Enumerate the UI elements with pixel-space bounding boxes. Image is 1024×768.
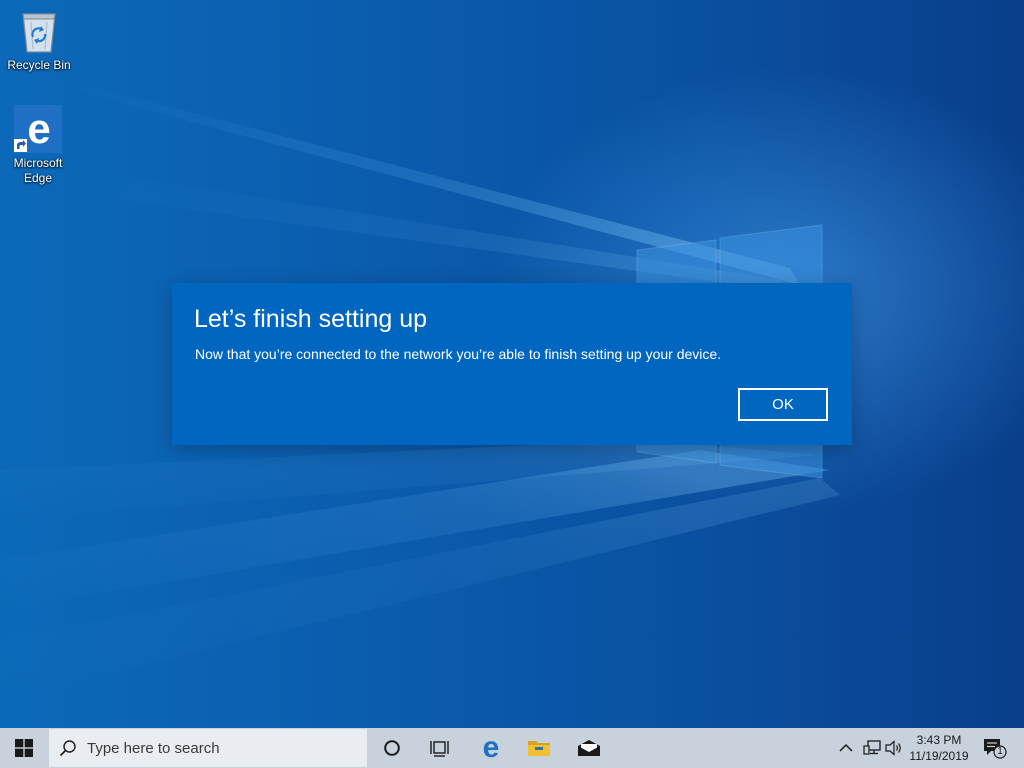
setup-dialog: Let’s finish setting up Now that you’re … bbox=[172, 283, 852, 445]
network-button[interactable] bbox=[860, 728, 884, 768]
svg-text:e: e bbox=[27, 105, 50, 152]
dialog-message: Now that you’re connected to the network… bbox=[195, 346, 722, 362]
svg-text:e: e bbox=[483, 735, 500, 761]
desktop-icon-label: Recycle Bin bbox=[7, 58, 71, 72]
windows-logo-icon bbox=[15, 739, 33, 757]
clock-time: 3:43 PM bbox=[916, 733, 962, 747]
notification-count-badge: 1 bbox=[997, 746, 1003, 757]
dialog-title: Let’s finish setting up bbox=[194, 305, 428, 333]
taskbar-mail-button[interactable] bbox=[565, 728, 613, 768]
cortana-circle-icon bbox=[384, 740, 400, 756]
search-input[interactable]: Type here to search bbox=[49, 729, 367, 767]
edge-icon: e bbox=[483, 735, 500, 761]
show-hidden-icons-button[interactable] bbox=[834, 728, 858, 768]
task-view-icon bbox=[430, 741, 449, 757]
mail-icon bbox=[578, 740, 600, 756]
shortcut-arrow-icon bbox=[14, 139, 27, 152]
start-button[interactable] bbox=[0, 728, 48, 768]
desktop-icon-label: Microsoft Edge bbox=[13, 156, 63, 185]
taskbar: Type here to search e 3:43 PM 11/19/2019… bbox=[0, 728, 1024, 768]
search-icon bbox=[49, 729, 87, 767]
taskbar-edge-button[interactable]: e bbox=[467, 728, 515, 768]
desktop: Recycle Bin e Microsoft Edge Let’s finis… bbox=[0, 0, 1024, 728]
action-center-button[interactable]: 1 bbox=[978, 728, 1012, 768]
ok-button[interactable]: OK bbox=[738, 388, 828, 421]
edge-icon: e bbox=[13, 104, 63, 154]
clock-date: 11/19/2019 bbox=[909, 749, 969, 763]
folder-icon bbox=[528, 741, 550, 756]
taskbar-file-explorer-button[interactable] bbox=[515, 728, 563, 768]
desktop-icon-recycle-bin[interactable]: Recycle Bin bbox=[1, 6, 77, 73]
desktop-icon-microsoft-edge[interactable]: e Microsoft Edge bbox=[0, 104, 76, 186]
clock[interactable]: 3:43 PM 11/19/2019 bbox=[904, 731, 974, 765]
search-placeholder: Type here to search bbox=[87, 739, 220, 757]
network-icon bbox=[863, 740, 881, 755]
task-view-button[interactable] bbox=[416, 728, 464, 768]
cortana-button[interactable] bbox=[368, 728, 416, 768]
volume-button[interactable] bbox=[882, 728, 906, 768]
volume-icon bbox=[885, 740, 901, 756]
recycle-bin-icon bbox=[14, 6, 64, 56]
chevron-up-icon bbox=[839, 743, 853, 752]
